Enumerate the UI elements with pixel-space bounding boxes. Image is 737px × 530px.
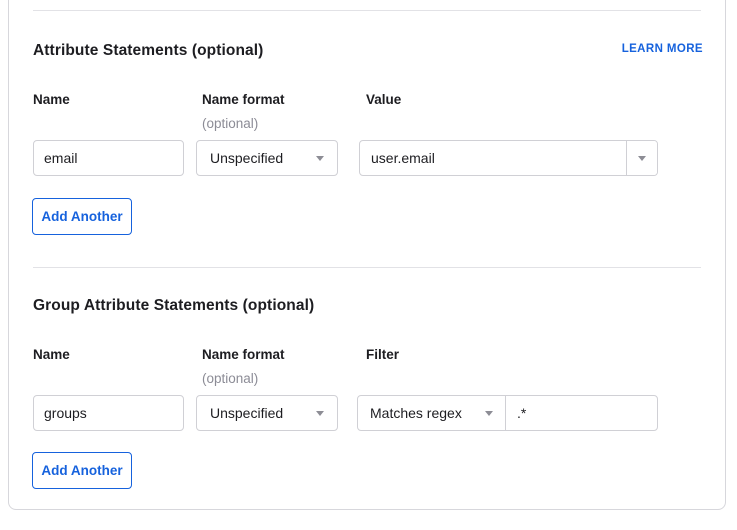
attr-value-combobox [359, 140, 658, 176]
group-filter-value-input[interactable] [506, 396, 657, 430]
attr-value-dropdown-button[interactable] [626, 141, 657, 175]
group-name-format-optional-hint: (optional) [202, 371, 258, 386]
attr-value-column-label: Value [366, 92, 401, 107]
saml-settings-screen: Attribute Statements (optional) LEARN MO… [0, 0, 737, 530]
chevron-down-icon [638, 156, 646, 161]
attr-name-format-optional-hint: (optional) [202, 116, 258, 131]
attr-name-column-label: Name [33, 92, 70, 107]
group-filter-type-selected-value: Matches regex [370, 405, 462, 421]
group-name-format-column-label: Name format [202, 347, 285, 362]
section-divider-top [33, 10, 701, 11]
chevron-down-icon [485, 411, 493, 416]
chevron-down-icon [316, 156, 324, 161]
attr-value-input[interactable] [360, 141, 626, 175]
group-attribute-statements-title: Group Attribute Statements (optional) [33, 297, 314, 315]
chevron-down-icon [316, 411, 324, 416]
group-add-another-button[interactable]: Add Another [32, 452, 132, 489]
group-filter-group: Matches regex [357, 395, 658, 431]
group-name-column-label: Name [33, 347, 70, 362]
group-name-format-select[interactable]: Unspecified [196, 395, 338, 431]
group-filter-type-select[interactable]: Matches regex [358, 396, 506, 430]
settings-card [8, 0, 726, 510]
attr-name-input[interactable] [33, 140, 184, 176]
attribute-statements-title: Attribute Statements (optional) [33, 42, 263, 60]
attr-add-another-button[interactable]: Add Another [32, 198, 132, 235]
group-filter-column-label: Filter [366, 347, 399, 362]
attr-name-format-selected-value: Unspecified [210, 150, 283, 166]
attr-name-format-select[interactable]: Unspecified [196, 140, 338, 176]
attr-name-format-column-label: Name format [202, 92, 285, 107]
group-name-format-selected-value: Unspecified [210, 405, 283, 421]
section-divider-middle [33, 267, 701, 268]
group-name-input[interactable] [33, 395, 184, 431]
learn-more-link[interactable]: LEARN MORE [622, 43, 703, 55]
